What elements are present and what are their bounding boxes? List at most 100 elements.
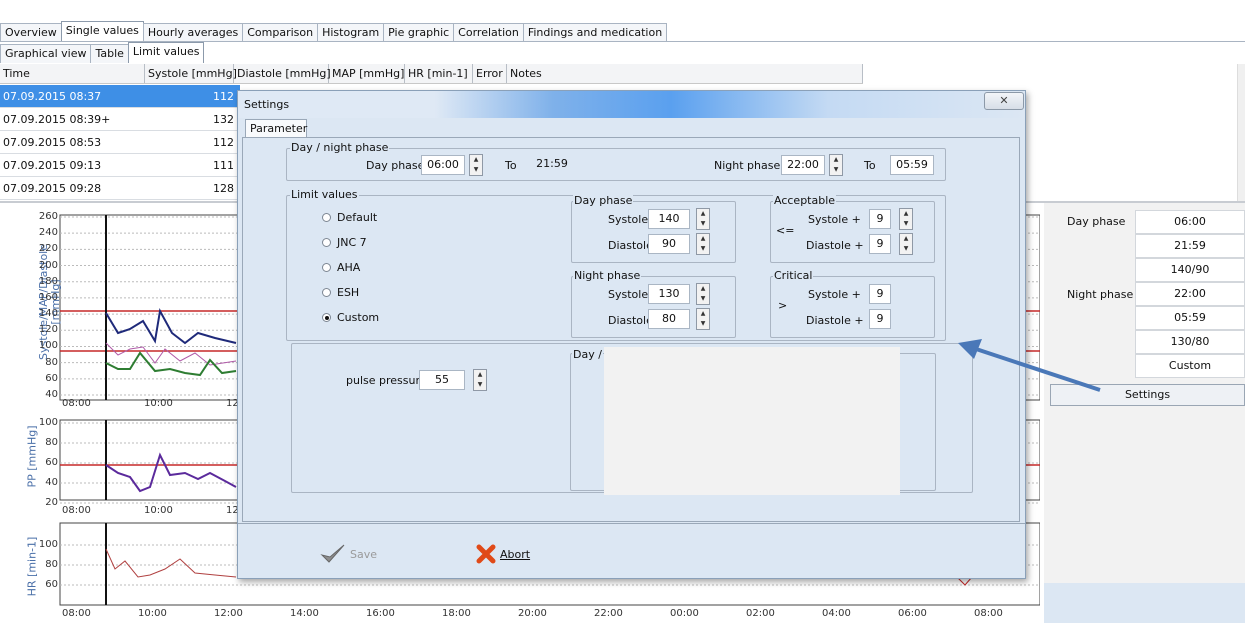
x-tick-label: 12:00 <box>214 608 243 619</box>
nightphase-limits-label: Night phase <box>573 269 642 282</box>
radio-esh[interactable] <box>322 288 331 297</box>
x-tick-label: 06:00 <box>898 608 927 619</box>
acceptable-operator: <= <box>776 224 795 237</box>
x-tick-label: 10:00 <box>144 505 173 516</box>
summary-night-from: 22:00 <box>1135 282 1245 306</box>
row-systole: 112 <box>213 90 234 103</box>
day-systole-label: Systole <box>608 213 649 226</box>
night-from-stepper[interactable]: ▲ ▼ <box>829 154 843 176</box>
day-systole-stepper[interactable]: ▲ ▼ <box>696 208 710 230</box>
y-tick-label: 80 <box>45 356 58 368</box>
x-tick-label: 04:00 <box>822 608 851 619</box>
col-time[interactable]: Time <box>0 64 145 83</box>
radio-custom[interactable] <box>322 313 331 322</box>
night-systole-field[interactable]: 130 <box>648 284 690 304</box>
summary-day-from: 06:00 <box>1135 210 1245 234</box>
pulse-pressure-field[interactable]: 55 <box>419 370 465 390</box>
critical-systole-label: Systole + <box>808 288 861 301</box>
x-tick-label: 00:00 <box>670 608 699 619</box>
col-hr[interactable]: HR [min-1] <box>405 64 473 83</box>
col-notes[interactable]: Notes <box>507 64 863 83</box>
x-tick-label: 08:00 <box>62 505 91 516</box>
summary-day-label: Day phase <box>1067 215 1126 228</box>
tab-table[interactable]: Table <box>90 44 129 63</box>
y-tick-label: 220 <box>38 243 58 255</box>
y-tick-label: 80 <box>45 559 58 570</box>
night-to-field[interactable]: 05:59 <box>890 155 934 175</box>
tab-findings-medication[interactable]: Findings and medication <box>522 23 668 42</box>
daynight-group-label: Day / night phase <box>290 141 390 154</box>
day-to-field[interactable]: 21:59 <box>532 155 572 175</box>
tab-overview[interactable]: Overview <box>0 23 62 42</box>
acceptable-systole-field[interactable]: 9 <box>869 209 891 229</box>
dialog-titlebar[interactable] <box>238 91 1025 118</box>
day-diastole-stepper[interactable]: ▲ ▼ <box>696 233 710 255</box>
day-systole-field[interactable]: 140 <box>648 209 690 229</box>
x-tick-label: 20:00 <box>518 608 547 619</box>
grid-scrollbar[interactable] <box>1237 64 1245 204</box>
tab-pie-graphic[interactable]: Pie graphic <box>383 23 455 42</box>
acceptable-diastole-label: Diastole + <box>806 239 864 252</box>
day-from-field[interactable]: 06:00 <box>421 155 465 175</box>
y-tick-label: 160 <box>38 291 58 303</box>
limit-values-label: Limit values <box>290 188 359 201</box>
table-row[interactable]: 07.09.2015 08:37 112 <box>0 85 240 108</box>
radio-jnc7[interactable] <box>322 238 331 247</box>
save-label: Save <box>350 548 378 561</box>
radio-esh-label: ESH <box>337 286 360 299</box>
night-diastole-stepper[interactable]: ▲ ▼ <box>696 308 710 330</box>
row-time: 07.09.2015 08:53 <box>3 136 102 149</box>
x-tick-label: 08:00 <box>62 398 91 409</box>
pulse-pressure-stepper[interactable]: ▲ ▼ <box>473 369 487 391</box>
arrow-shaft <box>969 345 1101 392</box>
x-tick-label: 10:00 <box>144 398 173 409</box>
tab-parameter[interactable]: Parameter <box>245 119 307 138</box>
radio-aha-label: AHA <box>337 261 361 274</box>
footer-divider <box>238 523 1025 524</box>
night-diastole-label: Diastole <box>608 314 653 327</box>
tab-correlation[interactable]: Correlation <box>453 23 524 42</box>
day-phase-label: Day phase <box>366 159 425 172</box>
col-systole[interactable]: Systole [mmHg] <box>145 64 237 83</box>
day-diastole-field[interactable]: 90 <box>648 234 690 254</box>
to-label-1: To <box>505 159 517 172</box>
tab-limit-values[interactable]: Limit values <box>127 42 205 63</box>
night-systole-stepper[interactable]: ▲ ▼ <box>696 283 710 305</box>
tab-hourly-averages[interactable]: Hourly averages <box>142 23 244 42</box>
critical-diastole-field[interactable]: 9 <box>869 309 891 329</box>
night-diastole-field[interactable]: 80 <box>648 309 690 329</box>
critical-systole-field[interactable]: 9 <box>869 284 891 304</box>
row-systole: 132 <box>213 113 234 126</box>
checkmark-icon <box>320 544 345 563</box>
night-from-field[interactable]: 22:00 <box>781 155 825 175</box>
critical-group <box>770 276 935 338</box>
abort-button[interactable]: Abort <box>476 543 566 567</box>
acceptable-systole-stepper[interactable]: ▲ ▼ <box>899 208 913 230</box>
col-error[interactable]: Error <box>473 64 507 83</box>
tab-single-values[interactable]: Single values <box>60 21 144 42</box>
save-button[interactable]: Save <box>320 543 410 567</box>
table-row[interactable]: 07.09.2015 09:28 128 <box>0 177 240 200</box>
acceptable-systole-label: Systole + <box>808 213 861 226</box>
tab-graphical-view[interactable]: Graphical view <box>0 44 92 63</box>
limits-summary-panel: Day phase 06:00 21:59 140/90 Night phase… <box>1044 203 1245 623</box>
x-tick-label: 08:00 <box>974 608 1003 619</box>
x-tick-label: 22:00 <box>594 608 623 619</box>
radio-aha[interactable] <box>322 263 331 272</box>
table-row[interactable]: 07.09.2015 08:39+ 132 <box>0 108 240 131</box>
col-diastole[interactable]: Diastole [mmHg] <box>234 64 331 83</box>
table-row[interactable]: 07.09.2015 09:13 111 <box>0 154 240 177</box>
critical-label: Critical <box>773 269 814 282</box>
acceptable-diastole-stepper[interactable]: ▲ ▼ <box>899 233 913 255</box>
main-tabbar: Overview Single values Hourly averages C… <box>0 20 668 42</box>
y-tick-label: 80 <box>45 437 58 448</box>
radio-default[interactable] <box>322 213 331 222</box>
dialog-close-button[interactable]: ✕ <box>984 92 1024 110</box>
tab-histogram[interactable]: Histogram <box>317 23 385 42</box>
tab-comparison[interactable]: Comparison <box>242 23 319 42</box>
day-from-stepper[interactable]: ▲ ▼ <box>469 154 483 176</box>
col-map[interactable]: MAP [mmHg] <box>329 64 405 83</box>
table-row[interactable]: 07.09.2015 08:53 112 <box>0 131 240 154</box>
radio-custom-label: Custom <box>337 311 380 324</box>
acceptable-diastole-field[interactable]: 9 <box>869 234 891 254</box>
